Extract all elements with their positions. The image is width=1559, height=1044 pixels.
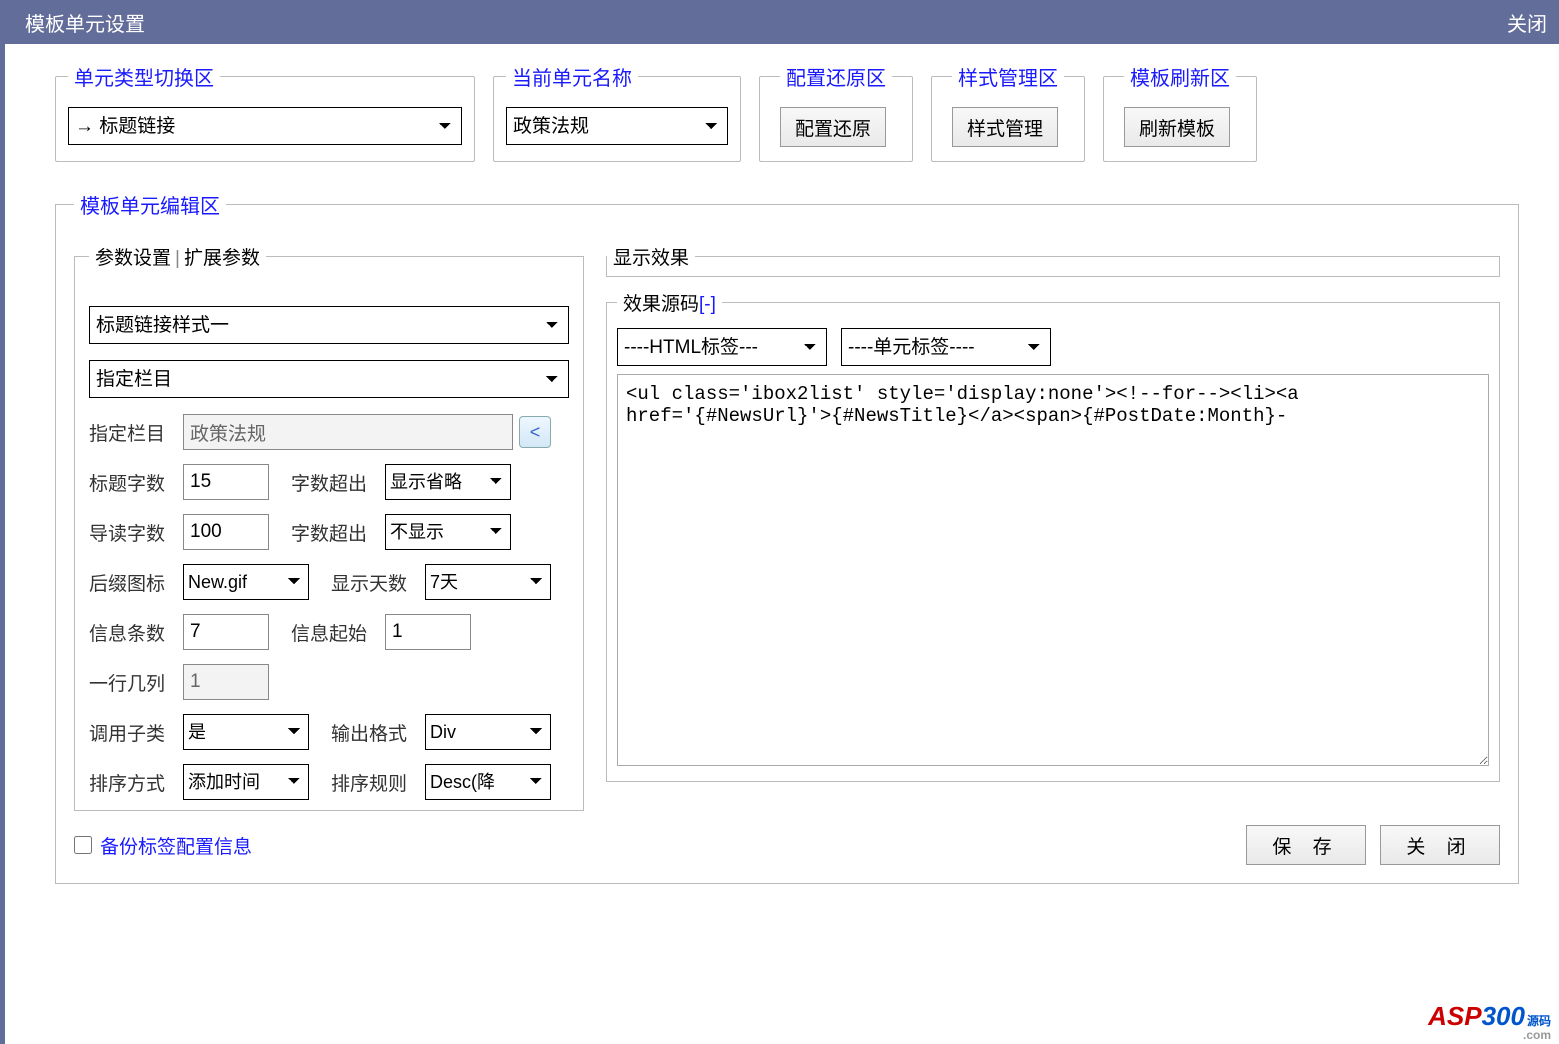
label-sort-rule: 排序规则 bbox=[331, 769, 425, 796]
info-start-input[interactable] bbox=[385, 614, 471, 650]
label-intro-len: 导读字数 bbox=[89, 519, 183, 546]
group-tpl-refresh: 模板刷新区 刷新模板 bbox=[1103, 62, 1257, 162]
watermark-logo: ASP300源码 .com bbox=[1420, 997, 1559, 1044]
group-params: 参数设置|扩展参数 标题链接样式一 指定栏目 指定栏目 < 标题字数 bbox=[74, 243, 584, 811]
label-sort-by: 排序方式 bbox=[89, 769, 183, 796]
sort-rule-select[interactable]: Desc(降 bbox=[425, 764, 551, 800]
suffix-icon-select[interactable]: New.gif bbox=[183, 564, 309, 600]
unit-tag-select[interactable]: ----单元标签---- bbox=[841, 328, 1051, 366]
specify-col-input bbox=[183, 414, 513, 450]
style-select[interactable]: 标题链接样式一 bbox=[89, 306, 569, 344]
label-title-overflow: 字数超出 bbox=[291, 469, 385, 496]
collapse-toggle[interactable]: [-] bbox=[699, 294, 716, 315]
column-select[interactable]: 指定栏目 bbox=[89, 360, 569, 398]
legend-edit-area: 模板单元编辑区 bbox=[74, 190, 226, 219]
back-icon[interactable]: < bbox=[519, 416, 551, 448]
call-subclass-select[interactable]: 是 bbox=[183, 714, 309, 750]
label-title-len: 标题字数 bbox=[89, 469, 183, 496]
legend-unit-type: 单元类型切换区 bbox=[68, 62, 220, 91]
group-source-code: 效果源码[-] ----HTML标签--- ----单元标签---- bbox=[606, 289, 1500, 782]
label-info-start: 信息起始 bbox=[291, 619, 385, 646]
label-call-subclass: 调用子类 bbox=[89, 719, 183, 746]
style-mgmt-button[interactable]: 样式管理 bbox=[952, 107, 1058, 147]
legend-style-mgmt: 样式管理区 bbox=[952, 62, 1064, 91]
legend-params: 参数设置|扩展参数 bbox=[89, 243, 266, 270]
label-info-count: 信息条数 bbox=[89, 619, 183, 646]
group-style-mgmt: 样式管理区 样式管理 bbox=[931, 62, 1085, 162]
label-show-days: 显示天数 bbox=[331, 569, 425, 596]
config-restore-button[interactable]: 配置还原 bbox=[780, 107, 886, 147]
html-tag-select[interactable]: ----HTML标签--- bbox=[617, 328, 827, 366]
intro-overflow-select[interactable]: 不显示 bbox=[385, 514, 511, 550]
group-unit-type: 单元类型切换区 → 标题链接 bbox=[55, 62, 475, 162]
legend-source-code: 效果源码[-] bbox=[617, 289, 722, 316]
tpl-refresh-button[interactable]: 刷新模板 bbox=[1124, 107, 1230, 147]
window-title: 模板单元设置 bbox=[25, 8, 145, 37]
legend-current-name: 当前单元名称 bbox=[506, 62, 638, 91]
current-name-select[interactable]: 政策法规 bbox=[506, 107, 728, 145]
legend-config-restore: 配置还原区 bbox=[780, 62, 892, 91]
legend-tpl-refresh: 模板刷新区 bbox=[1124, 62, 1236, 91]
backup-text: 备份标签配置信息 bbox=[100, 832, 252, 859]
legend-display-effect: 显示效果 bbox=[607, 243, 695, 270]
group-config-restore: 配置还原区 配置还原 bbox=[759, 62, 913, 162]
group-edit-area: 模板单元编辑区 参数设置|扩展参数 标题链接样式一 指定栏目 指定栏目 bbox=[55, 190, 1519, 884]
backup-checkbox-label[interactable]: 备份标签配置信息 bbox=[74, 832, 252, 859]
title-overflow-select[interactable]: 显示省略 bbox=[385, 464, 511, 500]
cols-per-row-input bbox=[183, 664, 269, 700]
output-format-select[interactable]: Div bbox=[425, 714, 551, 750]
label-output-format: 输出格式 bbox=[331, 719, 425, 746]
info-count-input[interactable] bbox=[183, 614, 269, 650]
backup-checkbox[interactable] bbox=[74, 836, 92, 854]
close-link[interactable]: 关闭 bbox=[1507, 8, 1547, 37]
unit-type-select[interactable]: → 标题链接 bbox=[68, 107, 462, 145]
sort-by-select[interactable]: 添加时间 bbox=[183, 764, 309, 800]
show-days-select[interactable]: 7天 bbox=[425, 564, 551, 600]
save-button[interactable]: 保 存 bbox=[1246, 825, 1366, 865]
label-cols-per-row: 一行几列 bbox=[89, 669, 183, 696]
intro-len-input[interactable] bbox=[183, 514, 269, 550]
label-specify-col: 指定栏目 bbox=[89, 419, 183, 446]
group-current-name: 当前单元名称 政策法规 bbox=[493, 62, 741, 162]
label-suffix-icon: 后缀图标 bbox=[89, 569, 183, 596]
title-len-input[interactable] bbox=[183, 464, 269, 500]
group-display-effect: 显示效果 bbox=[606, 243, 1500, 277]
label-intro-overflow: 字数超出 bbox=[291, 519, 385, 546]
tab-params[interactable]: 参数设置 bbox=[95, 248, 171, 269]
close-button[interactable]: 关 闭 bbox=[1380, 825, 1500, 865]
source-textarea[interactable] bbox=[617, 374, 1489, 766]
tab-ext-params[interactable]: 扩展参数 bbox=[184, 248, 260, 269]
